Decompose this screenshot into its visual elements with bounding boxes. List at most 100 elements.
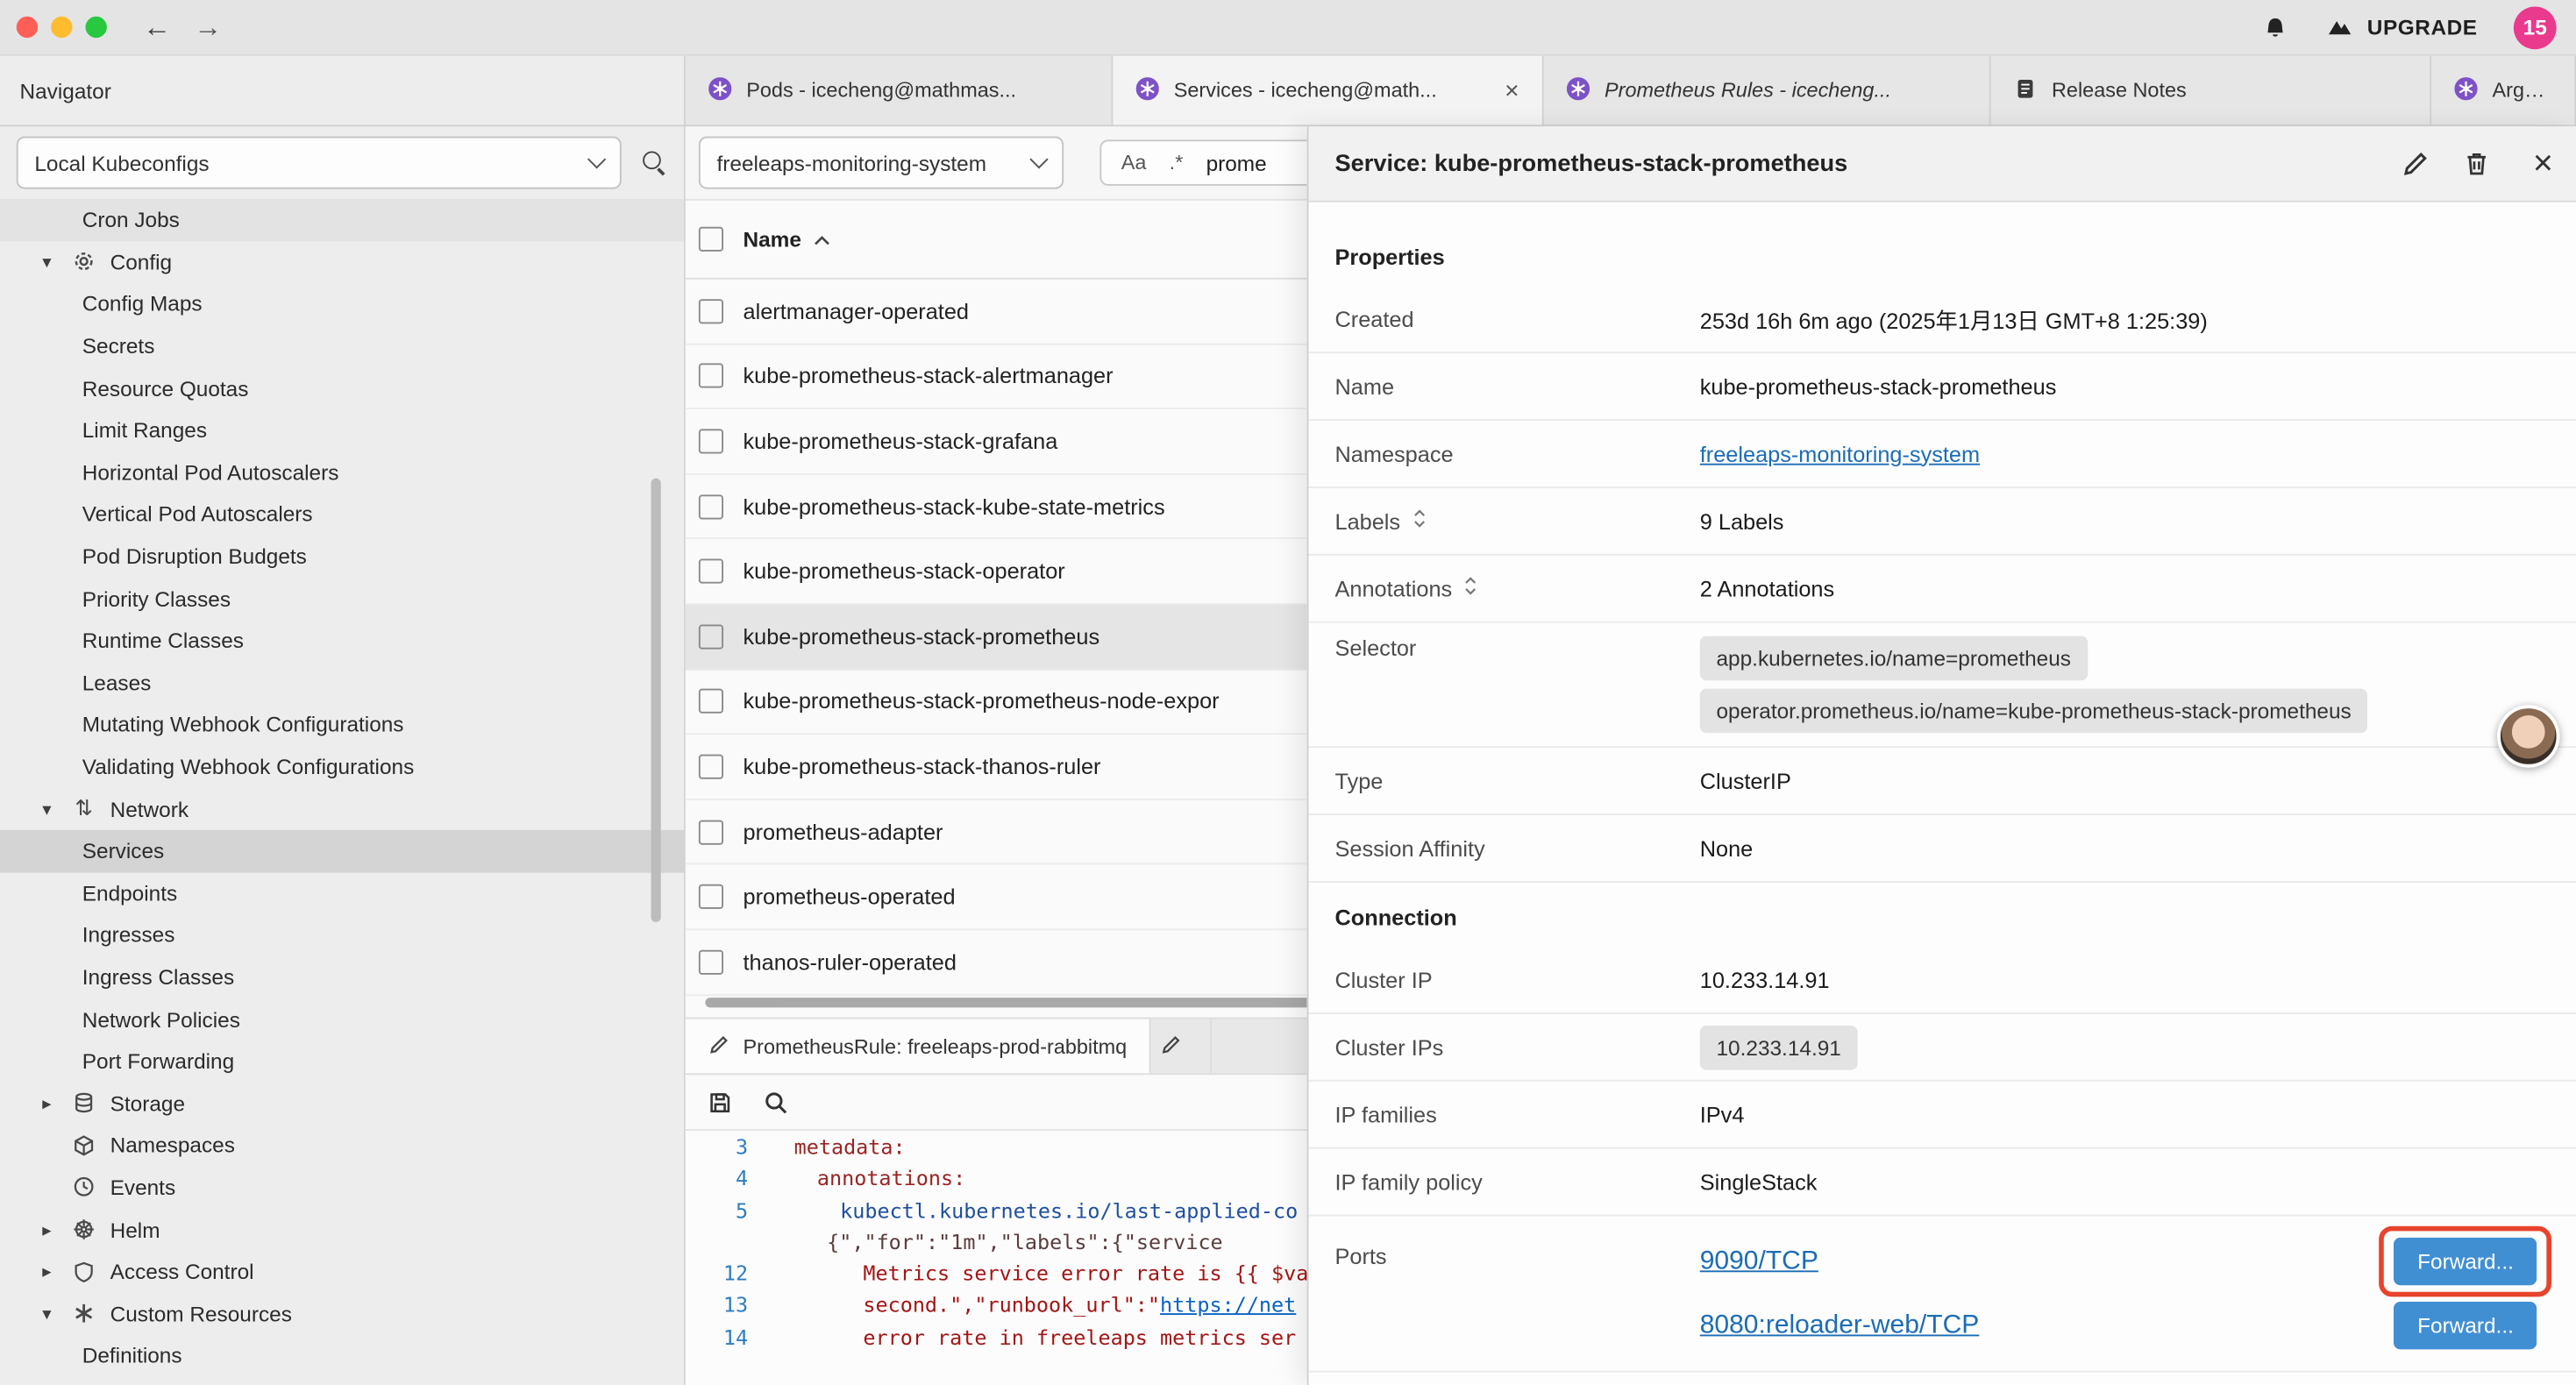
- sidebar-item-endpoints[interactable]: Endpoints: [0, 872, 684, 914]
- unfold-more-icon[interactable]: [1410, 508, 1428, 534]
- row-checkbox[interactable]: [699, 429, 723, 453]
- close-icon[interactable]: ×: [1495, 76, 1519, 104]
- back-button[interactable]: ←: [143, 13, 171, 41]
- dock-tab-prometheusrule[interactable]: PrometheusRule: freeleaps-prod-rabbitmq: [686, 1019, 1151, 1074]
- tab-pods[interactable]: Pods - icecheng@mathmas...: [686, 56, 1114, 125]
- row-checkbox[interactable]: [699, 624, 723, 649]
- search-icon[interactable]: [641, 150, 667, 176]
- sidebar-item-priority-classes[interactable]: Priority Classes: [0, 578, 684, 620]
- row-checkbox[interactable]: [699, 299, 723, 323]
- row-checkbox[interactable]: [699, 884, 723, 909]
- save-icon[interactable]: [707, 1089, 733, 1115]
- sidebar-item-storage[interactable]: ▸ Storage: [0, 1083, 684, 1125]
- regex-toggle[interactable]: .*: [1170, 152, 1184, 174]
- chevron-right-icon: ▸: [36, 1261, 57, 1282]
- sidebar-item-leases[interactable]: Leases: [0, 662, 684, 704]
- drawer-title: Service: kube-prometheus-stack-prometheu…: [1335, 151, 1848, 177]
- kubeconfig-selector[interactable]: Local Kubeconfigs: [17, 137, 622, 189]
- sidebar-item-access-control[interactable]: ▸ Access Control: [0, 1251, 684, 1293]
- name-column-header[interactable]: Name: [744, 227, 833, 252]
- sidebar-item-events[interactable]: Events: [0, 1167, 684, 1209]
- window-minimize-button[interactable]: [51, 17, 72, 38]
- window-titlebar: ← → UPGRADE 15: [0, 0, 2576, 56]
- sidebar-item-resource-quotas[interactable]: Resource Quotas: [0, 367, 684, 409]
- row-checkbox[interactable]: [699, 820, 723, 844]
- sidebar-item-config[interactable]: ▾ Config: [0, 241, 684, 283]
- navigator-tree: Cron Jobs ▾ Config Config Maps Secrets R…: [0, 199, 684, 1377]
- row-checkbox[interactable]: [699, 559, 723, 584]
- window-maximize-button[interactable]: [86, 17, 107, 38]
- sort-asc-icon: [813, 227, 833, 252]
- sidebar-item-config-maps[interactable]: Config Maps: [0, 283, 684, 325]
- sidebar-item-cron-jobs[interactable]: Cron Jobs: [0, 199, 684, 241]
- sidebar-item-runtime-classes[interactable]: Runtime Classes: [0, 620, 684, 662]
- drawer-row-name: Name kube-prometheus-stack-prometheus: [1309, 353, 2576, 421]
- dock-tab-partial[interactable]: [1151, 1019, 1212, 1074]
- sidebar-item-ingress-classes[interactable]: Ingress Classes: [0, 956, 684, 998]
- drawer-row-selector: Selector app.kubernetes.io/name=promethe…: [1309, 623, 2576, 749]
- tab-release-notes[interactable]: Release Notes: [1991, 56, 2432, 125]
- database-icon: [71, 1091, 97, 1114]
- navigator-header: Navigator: [0, 56, 686, 125]
- chevron-down-icon: [1029, 150, 1048, 168]
- sidebar-item-port-forwarding[interactable]: Port Forwarding: [0, 1041, 684, 1083]
- sidebar-item-services[interactable]: Services: [0, 830, 684, 872]
- sidebar-item-limit-ranges[interactable]: Limit Ranges: [0, 409, 684, 451]
- search-input[interactable]: prome: [1206, 151, 1267, 175]
- edit-pencil-icon[interactable]: [2402, 150, 2430, 178]
- row-checkbox[interactable]: [699, 689, 723, 714]
- sidebar-item-secrets[interactable]: Secrets: [0, 325, 684, 367]
- sidebar-item-network[interactable]: ▾ ⇅ Network: [0, 788, 684, 830]
- sidebar-item-horizontal-pod-autoscalers[interactable]: Horizontal Pod Autoscalers: [0, 451, 684, 494]
- cluster-icon: [2454, 76, 2477, 104]
- search-icon[interactable]: [763, 1089, 789, 1115]
- namespace-filter-select[interactable]: freeleaps-monitoring-system: [699, 137, 1064, 189]
- network-updown-icon: ⇅: [71, 796, 97, 822]
- sidebar-scrollbar[interactable]: [651, 479, 661, 922]
- chevron-right-icon: ▸: [36, 1092, 57, 1113]
- drawer-row-namespace: Namespace freeleaps-monitoring-system: [1309, 421, 2576, 488]
- drawer-row-type: Type ClusterIP: [1309, 748, 2576, 815]
- dock-tab-label: PrometheusRule: freeleaps-prod-rabbitmq: [744, 1034, 1128, 1057]
- sidebar-item-validating-webhook-configurations[interactable]: Validating Webhook Configurations: [0, 746, 684, 788]
- row-checkbox[interactable]: [699, 364, 723, 388]
- sidebar-item-ingresses[interactable]: Ingresses: [0, 914, 684, 956]
- sidebar-item-mutating-webhook-configurations[interactable]: Mutating Webhook Configurations: [0, 704, 684, 746]
- drawer-row-cluster-ips: Cluster IPs 10.233.14.91: [1309, 1014, 2576, 1082]
- sidebar-item-helm[interactable]: ▸ Helm: [0, 1209, 684, 1251]
- tab-services[interactable]: Services - icecheng@math... ×: [1113, 56, 1543, 125]
- lens-app: ← → UPGRADE 15 Navigator Pods - icecheng…: [0, 0, 2576, 1385]
- row-checkbox[interactable]: [699, 949, 723, 974]
- sidebar-item-namespaces[interactable]: Namespaces: [0, 1125, 684, 1167]
- port-link[interactable]: 8080:reloader-web/TCP: [1700, 1310, 1980, 1340]
- tab-argo[interactable]: Argo Se: [2431, 56, 2576, 125]
- select-all-checkbox[interactable]: [699, 227, 723, 252]
- sidebar-item-definitions[interactable]: Definitions: [0, 1335, 684, 1377]
- selector-badge: app.kubernetes.io/name=prometheus: [1700, 636, 2088, 681]
- chevron-down-icon: ▾: [36, 799, 57, 820]
- row-checkbox[interactable]: [699, 494, 723, 519]
- notification-count-badge[interactable]: 15: [2514, 6, 2557, 49]
- sidebar-item-custom-resources[interactable]: ▾ Custom Resources: [0, 1293, 684, 1335]
- trash-icon[interactable]: [2462, 150, 2490, 178]
- forward-button[interactable]: Forward...: [2395, 1238, 2537, 1285]
- match-case-toggle[interactable]: Aa: [1121, 152, 1147, 174]
- port-link[interactable]: 9090/TCP: [1700, 1246, 1818, 1276]
- sidebar-item-vertical-pod-autoscalers[interactable]: Vertical Pod Autoscalers: [0, 494, 684, 536]
- tab-prometheus-rules[interactable]: Prometheus Rules - icecheng...: [1544, 56, 1991, 125]
- window-close-button[interactable]: [17, 17, 38, 38]
- forward-button[interactable]: Forward...: [2395, 1302, 2537, 1349]
- row-checkbox[interactable]: [699, 755, 723, 779]
- namespace-link[interactable]: freeleaps-monitoring-system: [1700, 441, 1980, 465]
- unfold-more-icon[interactable]: [1462, 575, 1480, 601]
- mountains-icon: [2324, 13, 2354, 41]
- tab-label: Prometheus Rules - icecheng...: [1605, 79, 1891, 102]
- tab-label: Pods - icecheng@mathmas...: [746, 79, 1016, 102]
- sidebar-item-network-policies[interactable]: Network Policies: [0, 998, 684, 1041]
- close-icon[interactable]: ×: [2533, 144, 2553, 183]
- notifications-bell-icon[interactable]: [2262, 14, 2288, 40]
- user-avatar[interactable]: [2497, 705, 2559, 767]
- forward-button[interactable]: →: [194, 13, 222, 41]
- upgrade-button[interactable]: UPGRADE: [2324, 13, 2478, 41]
- sidebar-item-pod-disruption-budgets[interactable]: Pod Disruption Budgets: [0, 536, 684, 578]
